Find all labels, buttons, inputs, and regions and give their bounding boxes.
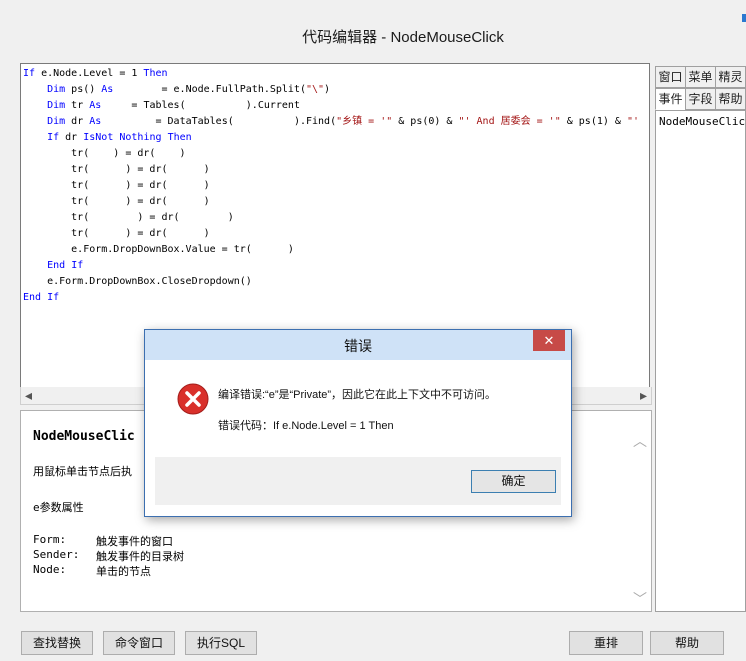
tab-wizard[interactable]: 精灵 [715,66,746,88]
code-line[interactable]: tr( ) = dr( ) [23,210,639,226]
tab-events[interactable]: 事件 [655,88,686,110]
code-line[interactable]: tr( ) = dr( ) [23,162,639,178]
rearrange-button[interactable]: 重排 [569,631,643,655]
vertical-scrollbar[interactable]: ︿ ﹀ [633,421,647,607]
ok-button[interactable]: 确定 [471,470,556,493]
param-node-desc: 单击的节点 [96,565,151,578]
code-line[interactable]: If e.Node.Level = 1 Then [23,66,639,82]
code-line[interactable]: Dim tr As = Tables( ).Current [23,98,639,114]
execute-sql-button[interactable]: 执行SQL [185,631,257,655]
tab-menu[interactable]: 菜单 [685,66,716,88]
code-line[interactable]: If dr IsNot Nothing Then [23,130,639,146]
tab-fields[interactable]: 字段 [685,88,716,110]
window-title: 代码编辑器 - NodeMouseClick [302,29,504,46]
param-form-name: Form: [33,533,67,546]
code-line[interactable]: tr( ) = dr( ) [23,146,639,162]
code-line[interactable]: tr( ) = dr( ) [23,226,639,242]
code-line[interactable]: Dim dr As = DataTables( ).Find("乡镇 = '" … [23,114,639,130]
event-list-item[interactable]: NodeMouseClick [659,115,746,128]
code-line[interactable]: End If [23,258,639,274]
code-line[interactable]: e.Form.DropDownBox.CloseDropdown() [23,274,639,290]
event-list: NodeMouseClick [655,110,746,612]
side-panel: 窗口 菜单 精灵 事件 字段 帮助 NodeMouseClick [655,66,746,612]
error-dialog: 错误 ✕ 编译错误:“e”是“Private”，因此它在此上下文中不可访问。 错… [144,329,572,517]
code-line[interactable]: tr( ) = dr( ) [23,194,639,210]
code-text[interactable]: If e.Node.Level = 1 Then Dim ps() As = e… [23,66,639,306]
param-sender-name: Sender: [33,548,80,561]
find-replace-button[interactable]: 查找替换 [21,631,93,655]
title-bar: 代码编辑器 - NodeMouseClick [0,22,746,50]
param-node-name: Node: [33,563,67,576]
event-summary: 用鼠标单击节点后执 [33,465,132,478]
dialog-title-bar[interactable]: 错误 [145,330,571,360]
dialog-close-button[interactable]: ✕ [533,330,565,351]
tab-window[interactable]: 窗口 [655,66,686,88]
scroll-left-icon[interactable]: ◂ [25,387,32,404]
param-sender-desc: 触发事件的目录树 [96,550,184,563]
dialog-body: 编译错误:“e”是“Private”，因此它在此上下文中不可访问。 错误代码：I… [155,361,561,456]
params-title: e参数属性 [33,501,84,514]
code-line[interactable]: Dim ps() As = e.Node.FullPath.Split("\") [23,82,639,98]
param-form-desc: 触发事件的窗口 [96,535,173,548]
scroll-up-icon[interactable]: ︿ [633,431,647,451]
command-window-button[interactable]: 命令窗口 [103,631,175,655]
error-x-icon [177,383,209,415]
scroll-right-icon[interactable]: ▸ [640,387,647,404]
background-window-strip [0,0,746,23]
error-code-line: 错误代码：If e.Node.Level = 1 Then [218,420,394,432]
code-line[interactable]: End If [23,290,639,306]
dialog-footer: 确定 [155,457,561,505]
error-message: 编译错误:“e”是“Private”，因此它在此上下文中不可访问。 [218,389,497,401]
event-name-heading: NodeMouseClic [33,429,135,444]
help-button[interactable]: 帮助 [650,631,724,655]
code-line[interactable]: tr( ) = dr( ) [23,178,639,194]
tab-help[interactable]: 帮助 [715,88,746,110]
scroll-down-icon[interactable]: ﹀ [633,589,647,609]
code-line[interactable]: e.Form.DropDownBox.Value = tr( ) [23,242,639,258]
dialog-title: 错误 [344,338,372,354]
